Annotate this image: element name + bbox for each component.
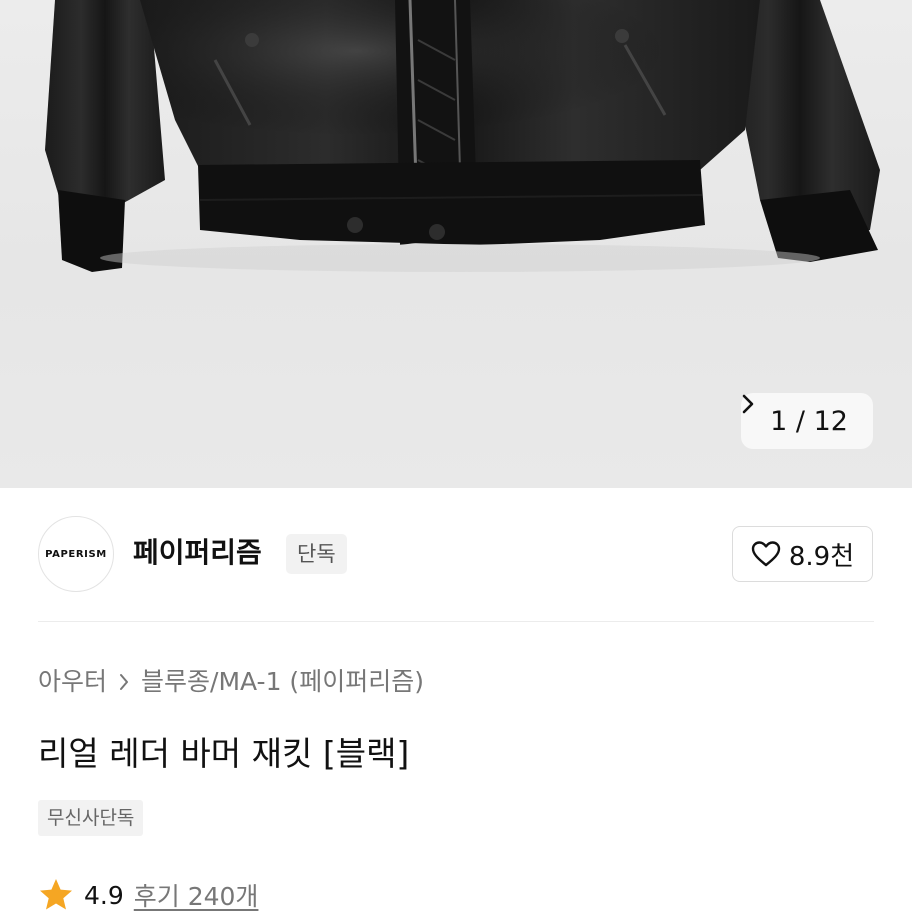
product-title: 리얼 레더 바머 재킷 [블랙] — [38, 734, 410, 773]
brand-exclusive-badge: 단독 — [286, 534, 347, 574]
product-page: 1 / 12 PAPERISM 페이퍼리즘 단독 8.9천 아우터 블루종/MA… — [0, 0, 912, 912]
image-counter[interactable]: 1 / 12 — [741, 393, 873, 449]
section-divider — [38, 621, 874, 622]
rating-row: 4.9 후기 240개 — [38, 874, 258, 912]
brand-logo-text: PAPERISM — [45, 548, 107, 560]
brand-name-link[interactable]: 페이퍼리즘 — [133, 532, 262, 574]
heart-outline-icon — [751, 541, 781, 567]
counter-separator: / — [795, 405, 805, 437]
star-icon — [40, 879, 72, 910]
breadcrumb-category-outer[interactable]: 아우터 — [38, 664, 107, 700]
like-count: 8.9천 — [788, 541, 855, 572]
chevron-right-icon[interactable] — [741, 393, 755, 415]
rating-score: 4.9 — [84, 880, 124, 910]
current-image-index: 1 — [770, 405, 788, 437]
product-image-gallery[interactable]: 1 / 12 — [0, 0, 912, 488]
chevron-right-icon — [120, 674, 129, 690]
breadcrumb: 아우터 블루종/MA-1 (페이퍼리즘) — [38, 664, 424, 700]
exclusive-tag: 무신사단독 — [38, 800, 144, 836]
image-counter-text: 1 / 12 — [770, 406, 848, 437]
brand-logo[interactable]: PAPERISM — [38, 516, 114, 592]
breadcrumb-category-blouson[interactable]: 블루종/MA-1 (페이퍼리즘) — [141, 664, 424, 700]
review-count-link[interactable]: 후기 240개 — [134, 877, 259, 912]
total-image-count: 12 — [813, 405, 848, 437]
like-button[interactable]: 8.9천 — [732, 526, 873, 582]
